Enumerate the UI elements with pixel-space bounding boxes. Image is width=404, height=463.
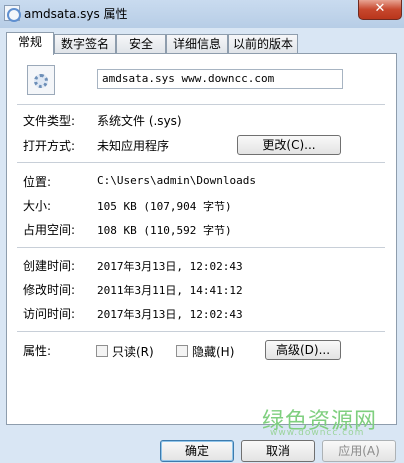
apply-button[interactable]: 应用(A): [322, 440, 396, 462]
open-with-value: 未知应用程序: [97, 139, 170, 153]
size-label: 大小:: [23, 199, 52, 213]
separator: [17, 104, 385, 105]
tab-digital-signatures[interactable]: 数字签名: [54, 34, 116, 54]
modified-label: 修改时间:: [23, 283, 76, 297]
gear-icon: [34, 74, 48, 88]
size-on-disk-label: 占用空间:: [23, 223, 76, 237]
ok-button[interactable]: 确定: [160, 440, 234, 462]
hidden-label: 隐藏(H): [192, 345, 235, 359]
file-icon: [4, 5, 21, 22]
general-panel: amdsata.sys www.downcc.com 文件类型: 系统文件 (.…: [6, 53, 397, 425]
advanced-button[interactable]: 高级(D)...: [265, 340, 341, 360]
watermark-url: www.downcc.com: [270, 428, 365, 438]
file-type-value: 系统文件 (.sys): [97, 114, 182, 128]
file-name-field[interactable]: amdsata.sys www.downcc.com: [97, 69, 343, 89]
location-label: 位置:: [23, 175, 52, 189]
size-value: 105 KB (107,904 字节): [97, 200, 232, 213]
close-button[interactable]: ✕: [358, 0, 402, 20]
tab-general[interactable]: 常规: [6, 32, 54, 55]
window-title: amdsata.sys 属性: [24, 7, 128, 21]
readonly-label: 只读(R): [112, 345, 154, 359]
cancel-button[interactable]: 取消: [241, 440, 315, 462]
separator: [17, 162, 385, 163]
size-on-disk-value: 108 KB (110,592 字节): [97, 224, 232, 237]
attributes-label: 属性:: [23, 344, 52, 358]
created-value: 2017年3月13日, 12:02:43: [97, 260, 243, 273]
accessed-value: 2017年3月13日, 12:02:43: [97, 308, 243, 321]
location-value: C:\Users\admin\Downloads: [97, 174, 256, 187]
open-with-label: 打开方式:: [23, 139, 76, 153]
system-file-icon: [27, 65, 55, 95]
accessed-label: 访问时间:: [23, 307, 76, 321]
readonly-checkbox[interactable]: [96, 345, 108, 357]
tab-details[interactable]: 详细信息: [166, 34, 228, 54]
close-icon: ✕: [374, 1, 386, 16]
hidden-checkbox[interactable]: [176, 345, 188, 357]
separator: [17, 331, 385, 332]
tab-security[interactable]: 安全: [116, 34, 166, 54]
file-type-label: 文件类型:: [23, 114, 76, 128]
tab-previous-versions[interactable]: 以前的版本: [228, 34, 298, 54]
change-button[interactable]: 更改(C)...: [237, 135, 341, 155]
separator: [17, 247, 385, 248]
title-bar: amdsata.sys 属性 ✕: [0, 0, 404, 28]
created-label: 创建时间:: [23, 259, 76, 273]
modified-value: 2011年3月11日, 14:41:12: [97, 284, 243, 297]
